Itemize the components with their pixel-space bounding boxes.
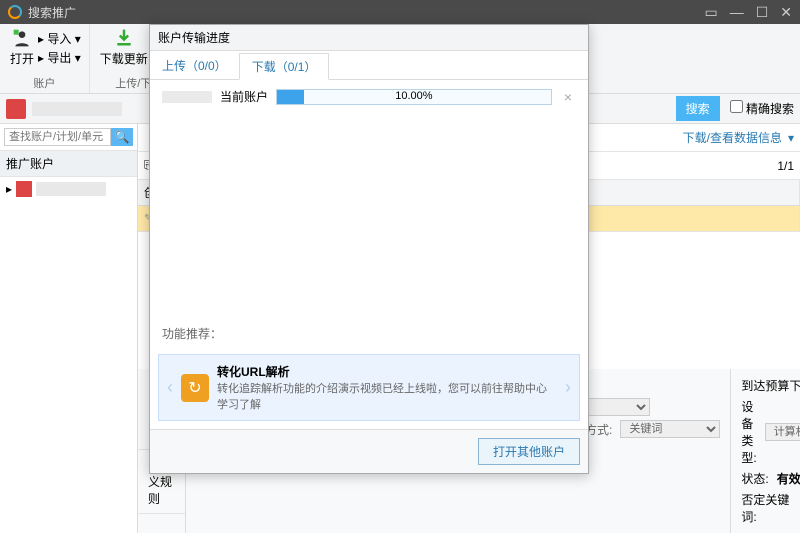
- search-button[interactable]: 搜索: [676, 96, 720, 121]
- user-icon: [12, 28, 32, 48]
- tip-header: 功能推荐：: [150, 321, 588, 346]
- tip-title: 转化URL解析: [217, 363, 557, 380]
- window-max-icon[interactable]: ☐: [756, 4, 769, 21]
- tip-body: 转化追踪解析功能的介绍演示视频已经上线啦，您可以前往帮助中心学习了解: [217, 380, 557, 412]
- current-account-label: 当前账户: [220, 88, 268, 105]
- tree-item[interactable]: ▸: [0, 177, 137, 201]
- window-min-icon[interactable]: —: [730, 4, 744, 21]
- expand-icon[interactable]: ▸: [6, 182, 12, 196]
- dropdown-icon[interactable]: ▾: [788, 131, 794, 145]
- account-name: [32, 102, 122, 116]
- search-icon[interactable]: 🔍: [111, 128, 133, 146]
- download-icon: [114, 28, 134, 48]
- open-button[interactable]: 打开: [8, 26, 36, 69]
- avatar-icon: [16, 181, 32, 197]
- transfer-progress-dialog: 账户传输进度 上传（0/0） 下载（0/1） 当前账户 10.00% × 功能推…: [149, 24, 589, 474]
- titlebar: 搜索推广 ▭ — ☐ ✕: [0, 0, 800, 24]
- import-button[interactable]: ▸ 导入 ▾: [38, 30, 81, 47]
- chevron-right-icon[interactable]: ›: [565, 377, 571, 398]
- tip-icon: ↻: [181, 374, 209, 402]
- export-button[interactable]: ▸ 导出 ▾: [38, 49, 81, 66]
- sidebar: 🔍 推广账户 ▸: [0, 124, 138, 533]
- download-info-link[interactable]: 下载/查看数据信息: [683, 129, 782, 146]
- close-icon[interactable]: ×: [560, 89, 576, 105]
- device-select[interactable]: 计算机设备优先: [765, 423, 800, 441]
- app-logo-icon: [8, 5, 22, 19]
- tip-box[interactable]: ‹ ↻ 转化URL解析 转化追踪解析功能的介绍演示视频已经上线啦，您可以前往帮助…: [158, 354, 580, 421]
- avatar-icon: [6, 99, 26, 119]
- download-update-button[interactable]: 下载更新: [98, 26, 150, 69]
- app-title: 搜索推广: [28, 4, 76, 21]
- progress-bar: 10.00%: [276, 89, 552, 105]
- chevron-left-icon[interactable]: ‹: [167, 377, 173, 398]
- tab-upload[interactable]: 上传（0/0）: [150, 53, 239, 79]
- window-close-icon[interactable]: ✕: [780, 4, 792, 21]
- sidebar-search-input[interactable]: [4, 128, 111, 146]
- group-label: 账户: [33, 75, 55, 91]
- open-other-account-button[interactable]: 打开其他账户: [478, 438, 580, 465]
- tree-header: 推广账户: [0, 151, 137, 177]
- promo-select[interactable]: 关键词: [620, 420, 720, 438]
- progress-text: 10.00%: [277, 90, 551, 102]
- dialog-title: 账户传输进度: [150, 25, 588, 51]
- pager: 1/1: [777, 159, 794, 173]
- window-settings-icon[interactable]: ▭: [704, 4, 717, 21]
- exact-search-checkbox[interactable]: 精确搜索: [730, 100, 794, 117]
- tab-download[interactable]: 下载（0/1）: [239, 53, 330, 80]
